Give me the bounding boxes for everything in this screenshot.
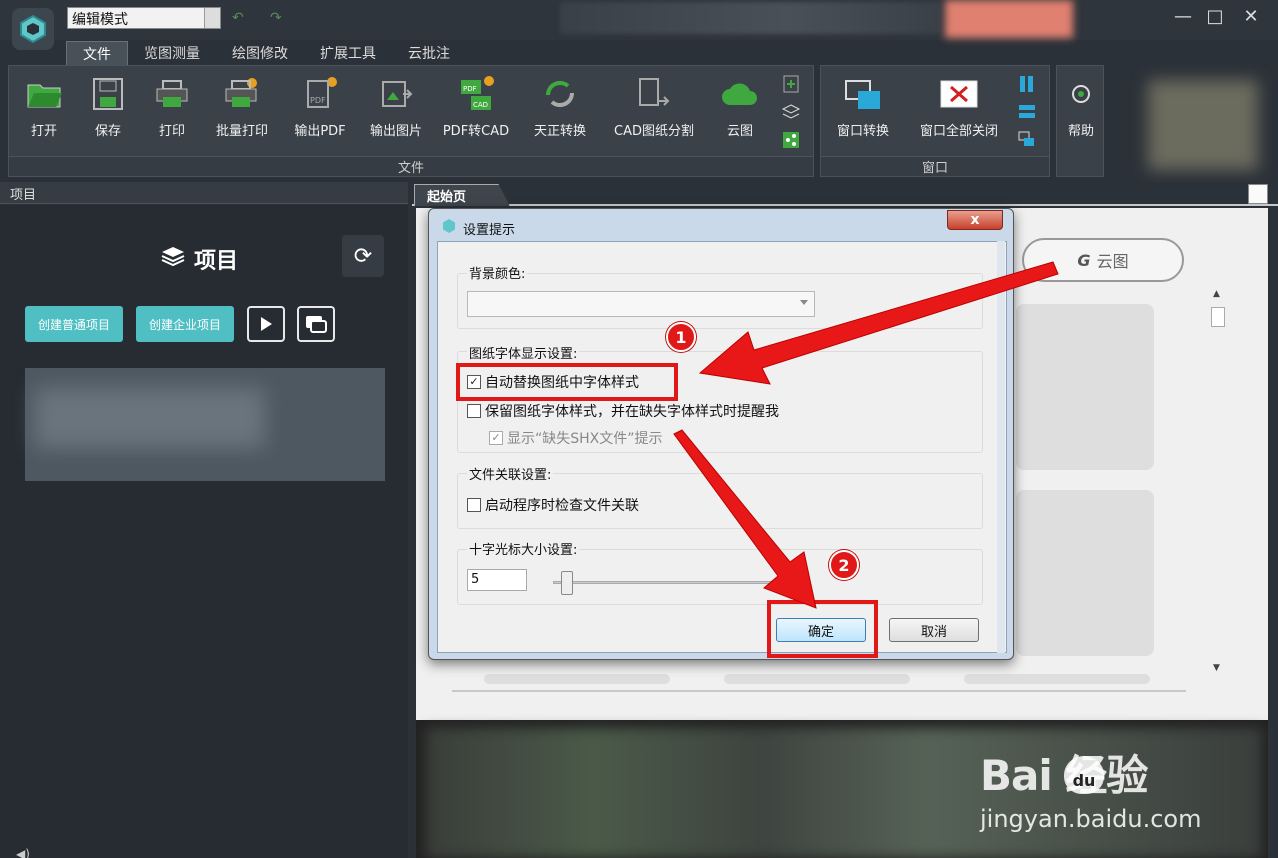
arrow-to-option xyxy=(698,261,1059,385)
baidu-watermark: Bai 经验 du jingyan.baidu.com xyxy=(980,742,1201,833)
paw-icon: du xyxy=(1064,756,1104,794)
annotation-arrows xyxy=(673,261,1059,609)
watermark-url: jingyan.baidu.com xyxy=(980,805,1202,833)
arrow-to-ok-button xyxy=(673,429,817,609)
